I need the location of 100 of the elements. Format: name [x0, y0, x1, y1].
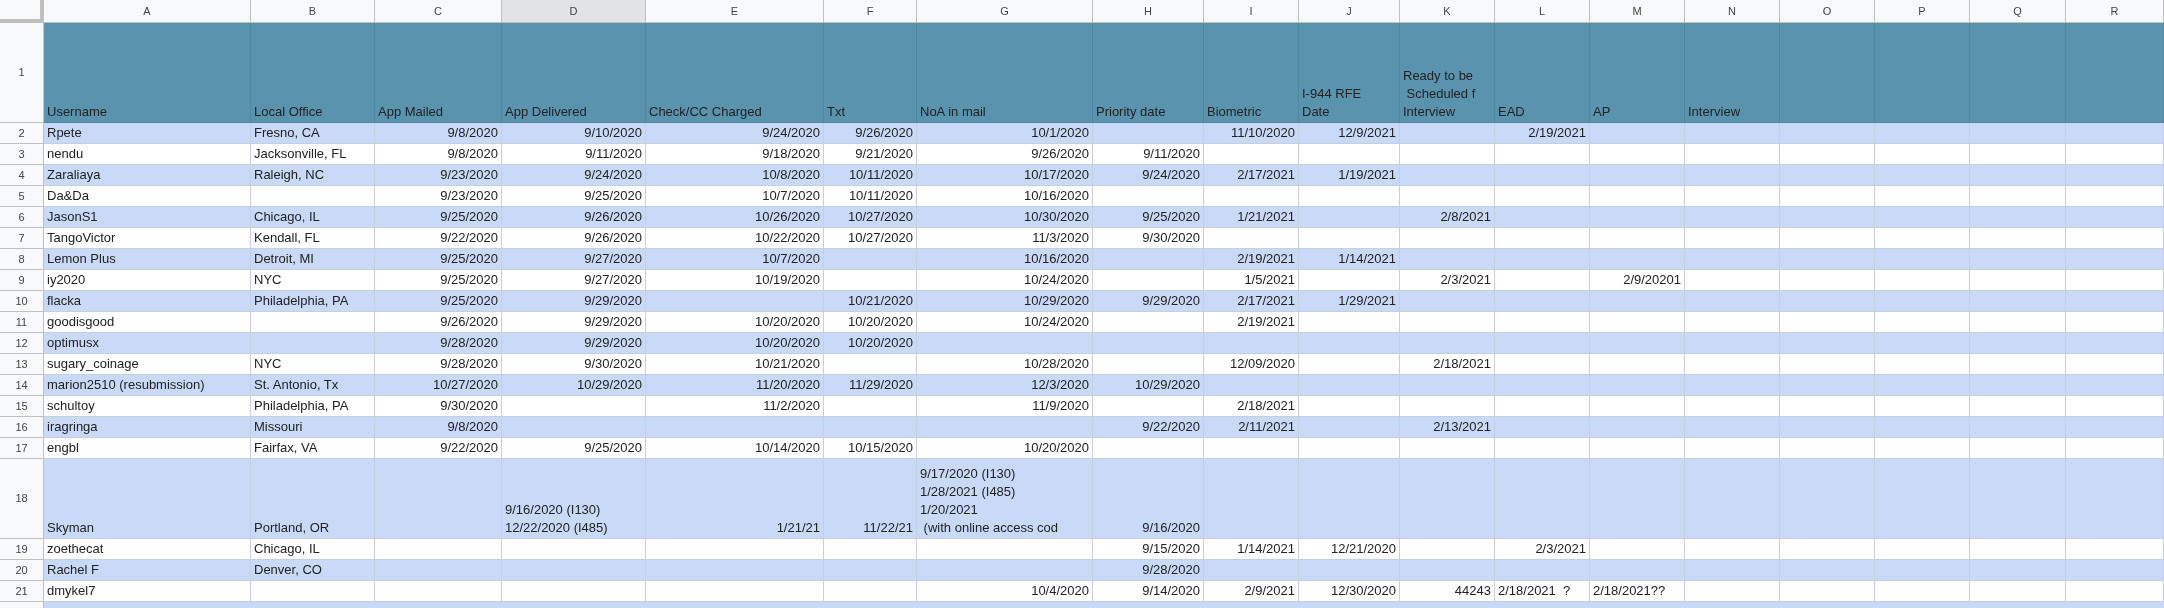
- row-header[interactable]: 4: [0, 165, 44, 186]
- table-cell: 9/26/2020: [375, 312, 502, 333]
- table-cell: 9/25/2020: [502, 438, 646, 459]
- table-cell: 9/21/2020: [824, 144, 917, 165]
- table-cell: 11/3/2020: [917, 228, 1093, 249]
- table-cell: 2/3/2021: [1400, 270, 1495, 291]
- header-cell: Ready to be Scheduled f Interview: [1400, 23, 1495, 123]
- table-cell: 10/11/2020: [824, 165, 917, 186]
- table-cell: 12/3/2020: [917, 375, 1093, 396]
- table-cell: 9/29/2020: [502, 291, 646, 312]
- table-cell: 10/26/2020: [646, 207, 824, 228]
- table-cell: 10/29/2020: [917, 291, 1093, 312]
- column-header[interactable]: L: [1495, 0, 1590, 23]
- table-cell: NYC: [251, 354, 375, 375]
- table-cell: 9/14/2020: [1093, 581, 1204, 602]
- row-header[interactable]: 8: [0, 249, 44, 270]
- column-header[interactable]: E: [646, 0, 824, 23]
- row-header[interactable]: 1: [0, 23, 44, 123]
- header-cell: App Mailed: [375, 23, 502, 123]
- table-cell: Missouri: [251, 417, 375, 438]
- row-header[interactable]: 20: [0, 560, 44, 581]
- table-cell: Fairfax, VA: [251, 438, 375, 459]
- row-header[interactable]: 18: [0, 459, 44, 539]
- column-header[interactable]: K: [1400, 0, 1495, 23]
- table-cell: 10/27/2020: [824, 207, 917, 228]
- table-cell: 9/18/2020: [646, 144, 824, 165]
- column-header[interactable]: O: [1780, 0, 1875, 23]
- table-cell: 2/9/20201: [1590, 270, 1685, 291]
- row-header[interactable]: 10: [0, 291, 44, 312]
- table-cell: Detroit, MI: [251, 249, 375, 270]
- row-header[interactable]: 21: [0, 581, 44, 602]
- table-cell: 2/18/2021: [1204, 396, 1299, 417]
- table-cell: 9/27/2020: [502, 270, 646, 291]
- table-cell: 10/1/2020: [917, 123, 1093, 144]
- row-header[interactable]: 17: [0, 438, 44, 459]
- table-cell: 9/10/2020: [502, 123, 646, 144]
- row-header[interactable]: 7: [0, 228, 44, 249]
- table-cell: 2/13/2021: [1400, 417, 1495, 438]
- table-cell: 9/25/2020: [375, 249, 502, 270]
- table-cell: 9/22/2020: [375, 228, 502, 249]
- table-cell: 11/29/2020: [824, 375, 917, 396]
- table-cell: 9/24/2020: [646, 123, 824, 144]
- row-header[interactable]: 6: [0, 207, 44, 228]
- table-cell: Philadelphia, PA: [251, 291, 375, 312]
- table-cell: 12/21/2020: [1299, 539, 1400, 560]
- table-cell: Chicago, IL: [251, 207, 375, 228]
- row-header[interactable]: 11: [0, 312, 44, 333]
- row-header[interactable]: 16: [0, 417, 44, 438]
- row-header[interactable]: 13: [0, 354, 44, 375]
- column-header[interactable]: H: [1093, 0, 1204, 23]
- column-header[interactable]: J: [1299, 0, 1400, 23]
- table-cell: 1/29/2021: [1299, 291, 1400, 312]
- column-header[interactable]: C: [375, 0, 502, 23]
- table-cell: 2/8/2021: [1400, 207, 1495, 228]
- table-cell: Portland, OR: [251, 459, 375, 539]
- table-cell: 44243: [1400, 581, 1495, 602]
- table-cell: 11/20/2020: [646, 375, 824, 396]
- table-cell: engbl: [44, 438, 251, 459]
- table-cell: 10/20/2020: [646, 333, 824, 354]
- row-header[interactable]: 12: [0, 333, 44, 354]
- header-cell: I-944 RFE Date: [1299, 23, 1400, 123]
- column-header[interactable]: I: [1204, 0, 1299, 23]
- row-header[interactable]: 19: [0, 539, 44, 560]
- header-cell: Check/CC Charged: [646, 23, 824, 123]
- table-cell: 9/22/2020: [375, 438, 502, 459]
- table-cell: 9/23/2020: [375, 165, 502, 186]
- column-header[interactable]: P: [1875, 0, 1970, 23]
- table-cell: 10/27/2020: [824, 228, 917, 249]
- column-header[interactable]: N: [1685, 0, 1780, 23]
- table-cell: 10/19/2020: [646, 270, 824, 291]
- table-cell: 10/22/2020: [646, 228, 824, 249]
- table-cell: 10/4/2020: [917, 581, 1093, 602]
- table-cell: sugary_coinage: [44, 354, 251, 375]
- column-header[interactable]: Q: [1970, 0, 2066, 23]
- select-all-corner[interactable]: [0, 0, 44, 23]
- column-header[interactable]: G: [917, 0, 1093, 23]
- row-header[interactable]: 3: [0, 144, 44, 165]
- table-cell: 2/9/2021: [1204, 581, 1299, 602]
- row-header[interactable]: 9: [0, 270, 44, 291]
- row-header[interactable]: 2: [0, 123, 44, 144]
- table-cell: 10/28/2020: [917, 354, 1093, 375]
- table-cell: 9/11/2020: [502, 144, 646, 165]
- header-cell: NoA in mail: [917, 23, 1093, 123]
- row-header[interactable]: 14: [0, 375, 44, 396]
- column-header[interactable]: R: [2066, 0, 2164, 23]
- row-header[interactable]: 15: [0, 396, 44, 417]
- column-header[interactable]: M: [1590, 0, 1685, 23]
- header-cell: Username: [44, 23, 251, 123]
- row-header[interactable]: 5: [0, 186, 44, 207]
- table-cell: Fresno, CA: [251, 123, 375, 144]
- column-header[interactable]: B: [251, 0, 375, 23]
- header-cell: Txt: [824, 23, 917, 123]
- table-cell: 9/15/2020: [1093, 539, 1204, 560]
- column-header[interactable]: F: [824, 0, 917, 23]
- table-cell: Rachel F: [44, 560, 251, 581]
- header-cell: Interview: [1685, 23, 1780, 123]
- column-header[interactable]: D: [502, 0, 646, 23]
- table-cell: 9/29/2020: [502, 312, 646, 333]
- column-header[interactable]: A: [44, 0, 251, 23]
- table-cell: 9/29/2020: [502, 333, 646, 354]
